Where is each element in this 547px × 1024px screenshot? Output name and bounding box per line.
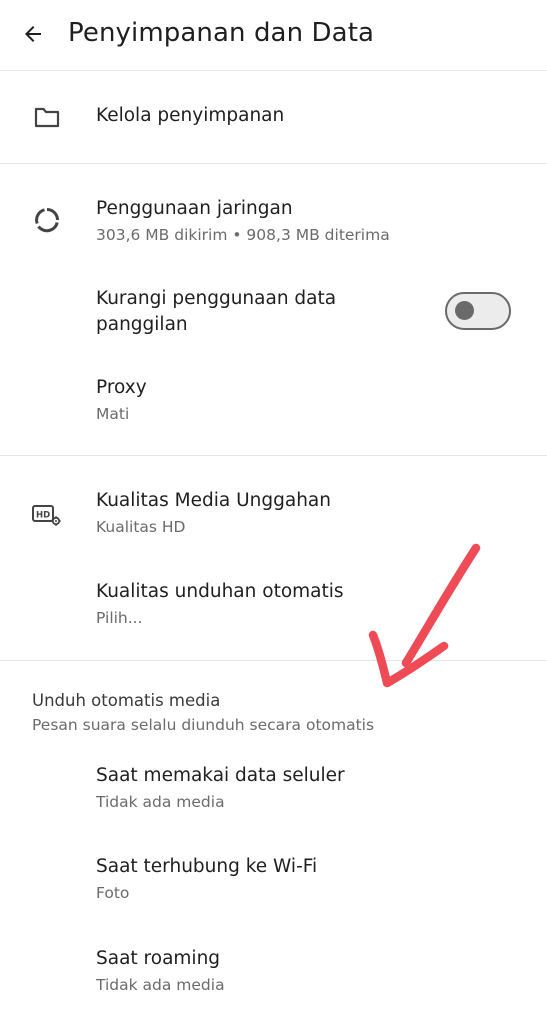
proxy-label: Proxy [96, 377, 147, 398]
upload-quality-value: Kualitas HD [96, 518, 186, 536]
reduce-call-data-label-line1: Kurangi penggunaan data [96, 288, 337, 309]
back-button[interactable] [16, 17, 50, 51]
reduce-call-data-toggle[interactable] [445, 292, 511, 330]
folder-icon [31, 101, 63, 133]
arrow-left-icon [25, 26, 41, 42]
manage-storage-item[interactable]: Kelola penyimpanan [0, 71, 547, 163]
network-usage-item[interactable]: Penggunaan jaringan 303,6 MB dikirim • 9… [0, 164, 547, 256]
upload-quality-label: Kualitas Media Unggahan [96, 490, 331, 511]
toggle-knob [455, 301, 474, 320]
manage-storage-label: Kelola penyimpanan [96, 105, 285, 126]
auto-download-mobile-item[interactable]: Saat memakai data seluler Tidak ada medi… [0, 752, 547, 842]
auto-download-mobile-label: Saat memakai data seluler [96, 765, 345, 786]
auto-download-quality-value: Pilih... [96, 609, 143, 627]
auto-download-roaming-item[interactable]: Saat roaming Tidak ada media [0, 935, 547, 1024]
data-usage-icon [31, 204, 63, 236]
proxy-item[interactable]: Proxy Mati [0, 362, 547, 454]
auto-download-wifi-label: Saat terhubung ke Wi-Fi [96, 856, 318, 877]
auto-download-section-title: Unduh otomatis media [32, 691, 221, 710]
reduce-call-data-label-line2: panggilan [96, 314, 188, 335]
auto-download-roaming-value: Tidak ada media [96, 976, 225, 994]
proxy-value: Mati [96, 405, 130, 423]
page-title: Penyimpanan dan Data [68, 18, 375, 48]
auto-download-wifi-value: Foto [96, 884, 130, 902]
hd-settings-icon: HD [31, 499, 63, 531]
network-usage-detail: 303,6 MB dikirim • 908,3 MB diterima [96, 226, 390, 244]
auto-download-quality-label: Kualitas unduhan otomatis [96, 581, 344, 602]
auto-download-wifi-item[interactable]: Saat terhubung ke Wi-Fi Foto [0, 843, 547, 933]
auto-download-section-subtitle: Pesan suara selalu diunduh secara otomat… [32, 716, 375, 734]
auto-download-roaming-label: Saat roaming [96, 948, 221, 969]
annotation-arrow [368, 543, 481, 688]
app-bar: Penyimpanan dan Data [0, 0, 547, 70]
svg-text:HD: HD [36, 511, 50, 521]
auto-download-mobile-value: Tidak ada media [96, 793, 225, 811]
network-usage-label: Penggunaan jaringan [96, 198, 293, 219]
